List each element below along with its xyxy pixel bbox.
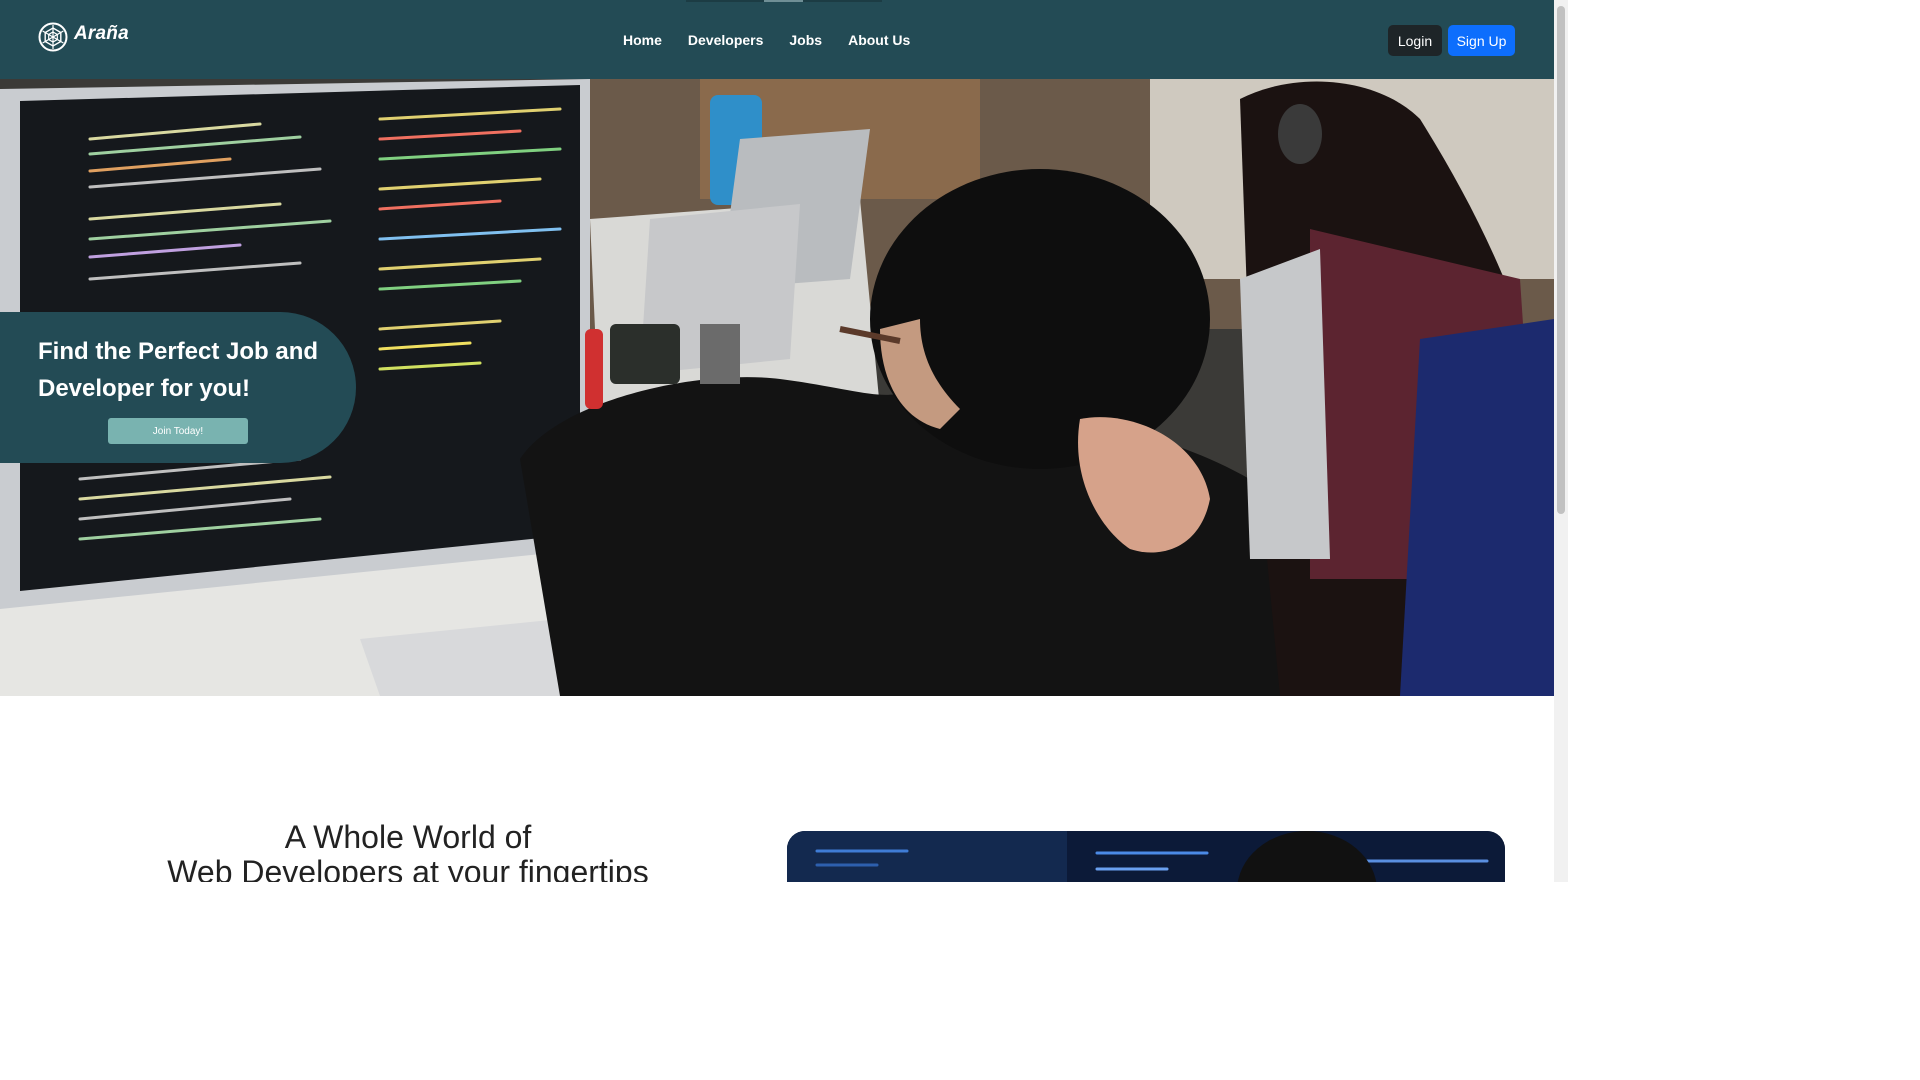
brand-name: Araña xyxy=(74,23,129,44)
signup-button[interactable]: Sign Up xyxy=(1448,25,1515,56)
section-title-line2: Web Developers at your fingertips xyxy=(167,854,649,883)
nav-link-about-us[interactable]: About Us xyxy=(848,31,910,49)
login-button[interactable]: Login xyxy=(1388,25,1442,56)
join-today-button[interactable]: Join Today! xyxy=(108,418,248,444)
spider-web-icon xyxy=(38,22,68,52)
brand-link[interactable]: Araña xyxy=(38,22,129,52)
nav-link-developers[interactable]: Developers xyxy=(688,31,763,49)
nav-links: Home Developers Jobs About Us xyxy=(623,31,936,49)
scrollbar[interactable] xyxy=(1554,0,1568,882)
navbar: Araña Home Developers Jobs About Us Logi… xyxy=(0,0,1554,79)
scrollbar-thumb[interactable] xyxy=(1557,6,1565,514)
hero-title: Find the Perfect Job and Developer for y… xyxy=(38,338,319,402)
nav-progress-segment xyxy=(764,0,803,2)
browser-viewport: Araña Home Developers Jobs About Us Logi… xyxy=(0,0,1568,882)
nav-progress-line xyxy=(686,0,882,2)
nav-link-jobs[interactable]: Jobs xyxy=(789,31,822,49)
section-image-graphic xyxy=(787,831,1505,882)
section-image xyxy=(787,831,1505,882)
page: Araña Home Developers Jobs About Us Logi… xyxy=(0,0,1554,882)
hero-banner: Find the Perfect Job and Developer for y… xyxy=(0,79,1554,696)
section-title: A Whole World of Web Developers at your … xyxy=(120,819,696,883)
nav-link-home[interactable]: Home xyxy=(623,31,662,49)
section-title-line1: A Whole World of xyxy=(284,819,532,855)
